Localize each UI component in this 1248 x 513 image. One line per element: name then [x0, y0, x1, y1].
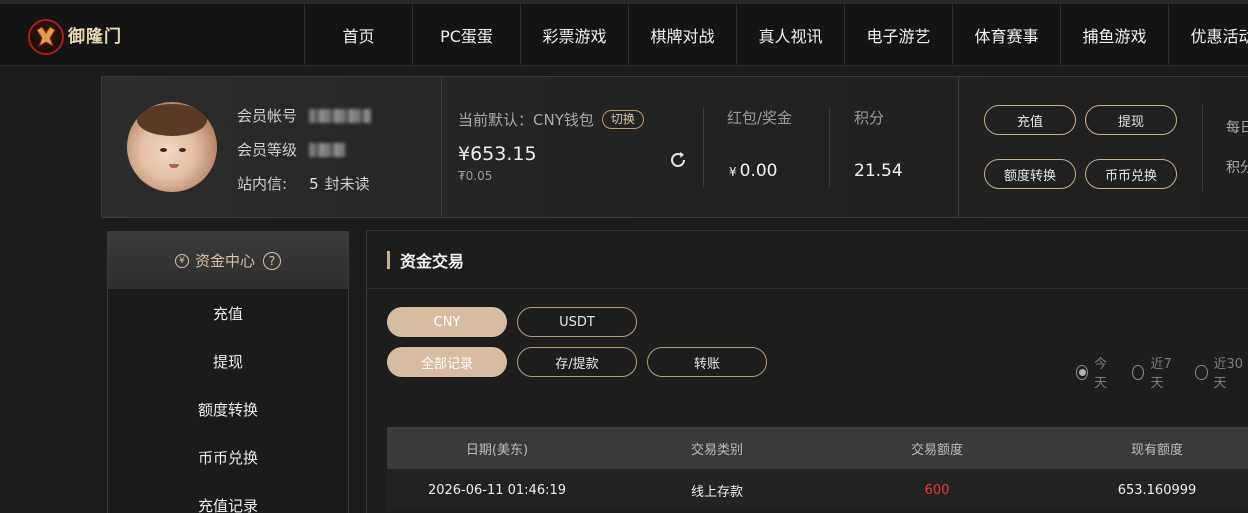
inbox-row[interactable]: 站内信: 5 封未读 — [237, 173, 370, 194]
column-header-date: 日期(美东) — [465, 442, 529, 458]
inbox-count[interactable]: 5 — [309, 175, 319, 193]
top-navbar: 御隆门 首页 PC蛋蛋 彩票游戏 棋牌对战 真人视讯 电子游艺 体育赛事 捕鱼游… — [0, 0, 1248, 66]
column-header-balance: 现有额度 — [1130, 442, 1183, 458]
points-side-label: 积分 — [1226, 160, 1248, 176]
nav-promotions[interactable]: 优惠活动 — [1168, 4, 1248, 66]
daily-label: 每日 — [1226, 120, 1248, 136]
panel-header: 资金交易 — [367, 231, 1248, 289]
default-wallet-label: 当前默认：CNY钱包 — [458, 111, 594, 129]
transactions-table: 日期(美东) 交易类别 交易额度 现有额度 2026-06-11 01:46:1… — [387, 427, 1248, 511]
fund-transactions-panel: 资金交易 CNY USDT 全部记录 存/提款 转账 今天 近7天 近30天 日… — [366, 230, 1248, 513]
tab-all-records[interactable]: 全部记录 — [387, 347, 507, 377]
date-filter-30days[interactable]: 近30天 — [1195, 353, 1247, 391]
account-summary: 会员帐号 会员等级 站内信: 5 封未读 当前默认：CNY钱包 切换 ¥653.… — [101, 76, 1248, 218]
nav-live-casino[interactable]: 真人视讯 — [736, 4, 844, 66]
bonus-label: 红包/奖金 — [727, 109, 793, 127]
tab-cny[interactable]: CNY — [387, 307, 507, 337]
nav-lottery[interactable]: 彩票游戏 — [520, 4, 628, 66]
date-filter: 今天 近7天 近30天 — [1076, 353, 1248, 391]
column-header-type: 交易类别 — [690, 442, 743, 458]
member-account-label: 会员帐号 — [237, 107, 298, 125]
points-value: 21.54 — [854, 161, 903, 181]
deposit-button[interactable]: 充值 — [984, 105, 1076, 135]
refresh-icon[interactable] — [668, 150, 688, 170]
date-filter-label: 今天 — [1094, 357, 1108, 391]
divider — [958, 77, 959, 217]
panel-title: 资金交易 — [400, 251, 465, 271]
nav-sports[interactable]: 体育赛事 — [952, 4, 1060, 66]
sidebar-header: ¥ 资金中心 ? — [108, 232, 348, 289]
cell-balance: 653.160999 — [1117, 482, 1197, 498]
logo-emblem-icon — [28, 19, 64, 55]
nav-home[interactable]: 首页 — [304, 4, 412, 66]
member-level-label: 会员等级 — [237, 141, 298, 159]
date-filter-7days[interactable]: 近7天 — [1132, 353, 1177, 391]
cell-amount: 600 — [924, 482, 950, 498]
tab-transfer[interactable]: 转账 — [647, 347, 767, 377]
title-accent-bar — [387, 250, 390, 269]
date-filter-label: 近30天 — [1213, 357, 1244, 391]
sidebar-title: 资金中心 — [194, 252, 255, 270]
divider — [441, 77, 442, 217]
help-icon[interactable]: ? — [263, 251, 281, 270]
inbox-label: 站内信: — [237, 175, 288, 193]
member-account-row: 会员帐号 — [237, 105, 372, 126]
main-nav: 首页 PC蛋蛋 彩票游戏 棋牌对战 真人视讯 电子游艺 体育赛事 捕鱼游戏 优惠… — [304, 4, 1248, 70]
nav-pc-egg[interactable]: PC蛋蛋 — [412, 4, 520, 66]
exchange-button[interactable]: 币币兑换 — [1085, 159, 1177, 189]
usdt-balance: ₮0.05 — [458, 169, 493, 183]
radio-selected-icon — [1076, 364, 1089, 380]
wallet-balance: ¥653.15 — [458, 143, 537, 165]
cell-type: 线上存款 — [690, 484, 743, 500]
inbox-unread-label: 封未读 — [324, 175, 370, 193]
sidebar-item-deposit-records[interactable]: 充值记录 — [108, 481, 348, 513]
nav-fishing[interactable]: 捕鱼游戏 — [1060, 4, 1168, 66]
nav-slots[interactable]: 电子游艺 — [844, 4, 952, 66]
tab-deposit-withdraw[interactable]: 存/提款 — [517, 347, 637, 377]
cell-date: 2026-06-11 01:46:19 — [427, 482, 567, 498]
column-header-amount: 交易额度 — [910, 442, 963, 458]
switch-wallet-button[interactable]: 切换 — [601, 110, 644, 129]
nav-card-games[interactable]: 棋牌对战 — [628, 4, 736, 66]
bonus-amount: 0.00 — [739, 161, 778, 181]
tab-usdt[interactable]: USDT — [517, 307, 637, 337]
yen-icon: ¥ — [174, 253, 189, 268]
transfer-button[interactable]: 额度转换 — [984, 159, 1076, 189]
bonus-currency: ¥ — [729, 165, 737, 179]
logo-text: 御隆门 — [68, 26, 122, 47]
divider — [703, 107, 704, 187]
sidebar-item-exchange[interactable]: 币币兑换 — [108, 433, 348, 481]
sidebar-item-deposit[interactable]: 充值 — [108, 289, 348, 337]
default-wallet: 当前默认：CNY钱包 切换 — [458, 109, 644, 130]
sidebar-item-transfer[interactable]: 额度转换 — [108, 385, 348, 433]
table-row: 2026-06-11 01:46:19 线上存款 600 653.160999 — [387, 469, 1248, 511]
radio-icon — [1132, 364, 1145, 380]
withdraw-button[interactable]: 提现 — [1085, 105, 1177, 135]
date-filter-today[interactable]: 今天 — [1076, 353, 1114, 391]
points-label: 积分 — [854, 109, 885, 127]
date-filter-label: 近7天 — [1150, 357, 1172, 391]
member-level-value-masked — [309, 142, 346, 157]
bonus-value: ¥0.00 — [729, 161, 778, 181]
site-logo[interactable]: 御隆门 — [28, 16, 128, 58]
divider — [1202, 105, 1203, 191]
member-level-row: 会员等级 — [237, 139, 346, 160]
avatar — [127, 102, 217, 192]
divider — [829, 107, 830, 187]
sidebar-item-withdraw[interactable]: 提现 — [108, 337, 348, 385]
member-account-value-masked — [309, 108, 372, 123]
radio-icon — [1195, 364, 1208, 380]
table-header: 日期(美东) 交易类别 交易额度 现有额度 — [387, 427, 1248, 469]
fund-center-sidebar: ¥ 资金中心 ? 充值 提现 额度转换 币币兑换 充值记录 — [107, 231, 349, 513]
